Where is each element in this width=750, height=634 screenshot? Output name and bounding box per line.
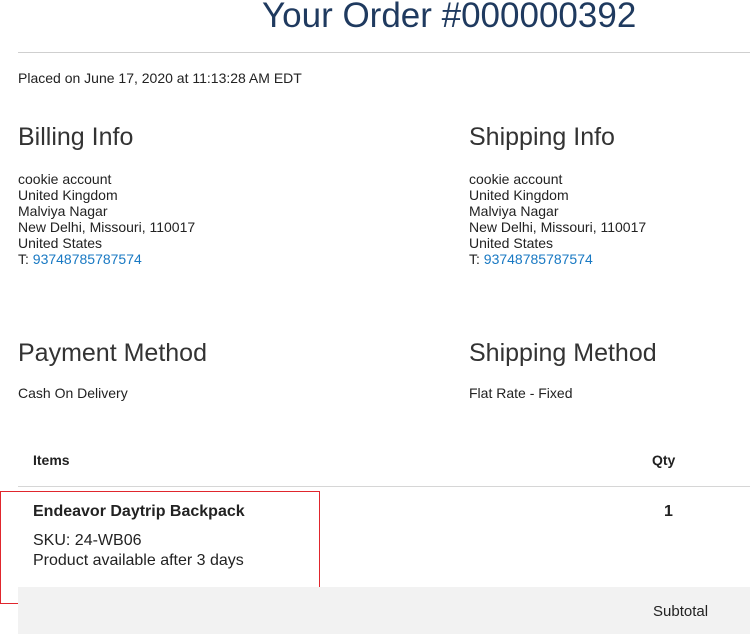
shipping-phone: T: 93748785787574 xyxy=(469,251,646,267)
items-header-divider xyxy=(18,486,750,487)
shipping-city-region: New Delhi, Missouri, 110017 xyxy=(469,219,647,235)
payment-method-heading: Payment Method xyxy=(18,339,207,367)
shipping-name: cookie account xyxy=(469,171,563,187)
billing-phone-link[interactable]: 93748785787574 xyxy=(33,251,142,267)
shipping-address: cookie account United Kingdom Malviya Na… xyxy=(469,171,646,267)
shipping-method-value: Flat Rate - Fixed xyxy=(469,385,573,401)
qty-column-header: Qty xyxy=(652,452,676,468)
billing-name: cookie account xyxy=(18,171,112,187)
billing-country-line: United Kingdom xyxy=(18,187,118,203)
billing-country: United States xyxy=(18,235,103,251)
order-placed-date: Placed on June 17, 2020 at 11:13:28 AM E… xyxy=(18,70,302,86)
billing-info-heading: Billing Info xyxy=(18,123,134,151)
page-title: Your Order #000000392 xyxy=(262,0,637,35)
shipping-phone-link[interactable]: 93748785787574 xyxy=(484,251,593,267)
item-name: Endeavor Daytrip Backpack xyxy=(33,503,245,520)
item-qty: 1 xyxy=(664,503,673,520)
subtotal-row xyxy=(18,587,750,634)
shipping-country: United States xyxy=(469,235,554,251)
shipping-street: Malviya Nagar xyxy=(469,203,559,219)
title-divider xyxy=(18,52,750,53)
subtotal-label: Subtotal xyxy=(653,603,709,620)
item-availability: Product available after 3 days xyxy=(33,552,244,569)
shipping-phone-prefix: T: xyxy=(469,251,484,267)
billing-street: Malviya Nagar xyxy=(18,203,108,219)
shipping-method-heading: Shipping Method xyxy=(469,339,657,367)
order-page: Your Order #000000392 Placed on June 17,… xyxy=(0,0,750,634)
payment-method-value: Cash On Delivery xyxy=(18,385,128,401)
items-column-header: Items xyxy=(33,452,70,468)
item-sku: SKU: 24-WB06 xyxy=(33,532,142,549)
billing-phone: T: 93748785787574 xyxy=(18,251,195,267)
billing-address: cookie account United Kingdom Malviya Na… xyxy=(18,171,195,267)
shipping-info-heading: Shipping Info xyxy=(469,123,615,151)
billing-phone-prefix: T: xyxy=(18,251,33,267)
shipping-country-line: United Kingdom xyxy=(469,187,569,203)
billing-city-region: New Delhi, Missouri, 110017 xyxy=(18,219,196,235)
